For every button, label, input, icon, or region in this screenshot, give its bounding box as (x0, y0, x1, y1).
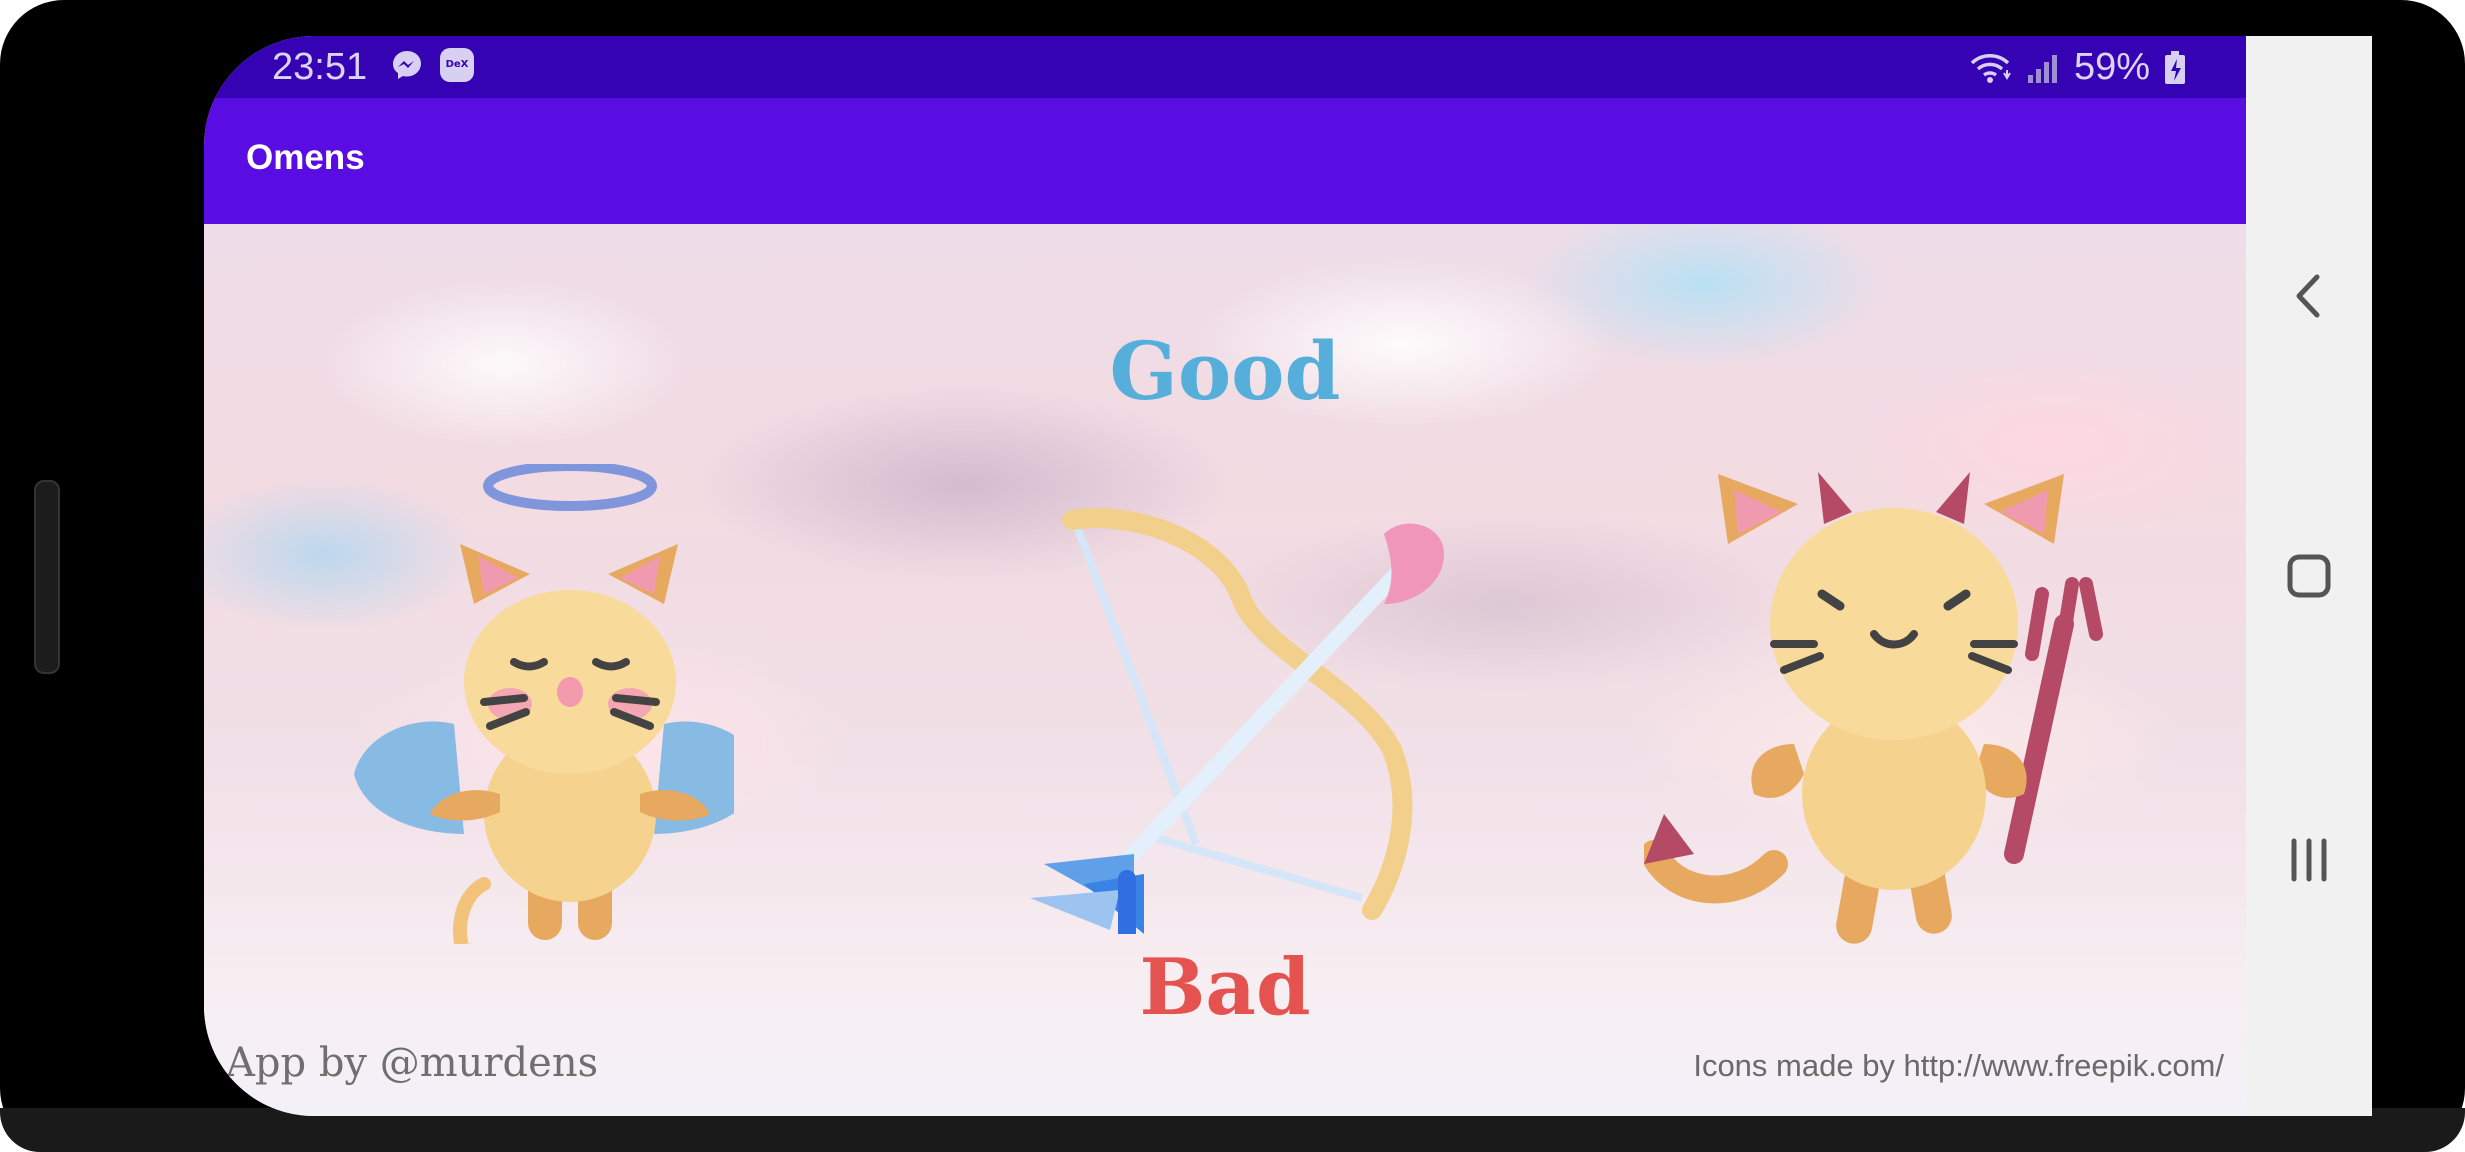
app-title: Omens (246, 138, 365, 177)
omens-content: Good Bad App by @murdens Icons made by h… (204, 224, 2246, 1116)
recents-icon (2291, 838, 2327, 882)
good-label[interactable]: Good (204, 324, 2246, 418)
devil-cat-icon[interactable] (1644, 444, 2124, 944)
cupid-bow-arrow-icon[interactable] (1024, 504, 1444, 934)
battery-percentage: 59% (2073, 46, 2150, 88)
dex-icon: DeX (440, 48, 474, 82)
home-icon (2287, 554, 2331, 598)
status-right-cluster: 59% (1968, 46, 2186, 89)
status-bar: 23:51 DeX 59% (204, 36, 2246, 98)
phone-side-button (34, 480, 60, 674)
messenger-icon (390, 48, 424, 82)
recents-button[interactable] (2246, 810, 2372, 910)
back-button[interactable] (2246, 246, 2372, 346)
signal-icon (2027, 54, 2057, 83)
icons-credit[interactable]: Icons made by http://www.freepik.com/ (1693, 1048, 2224, 1084)
app-screen: 23:51 DeX 59% Omens Good Bad App by @mur… (204, 36, 2246, 1116)
home-button[interactable] (2246, 526, 2372, 626)
status-time: 23:51 (272, 46, 368, 88)
wifi-icon (1970, 53, 2011, 83)
author-credit: App by @murdens (226, 1040, 599, 1086)
bad-label[interactable]: Bad (204, 942, 2246, 1033)
battery-icon (2165, 50, 2185, 84)
app-bar: Omens (204, 98, 2246, 224)
angel-cat-icon[interactable] (334, 464, 734, 944)
system-nav-bar (2246, 36, 2372, 1116)
back-icon (2296, 274, 2320, 318)
